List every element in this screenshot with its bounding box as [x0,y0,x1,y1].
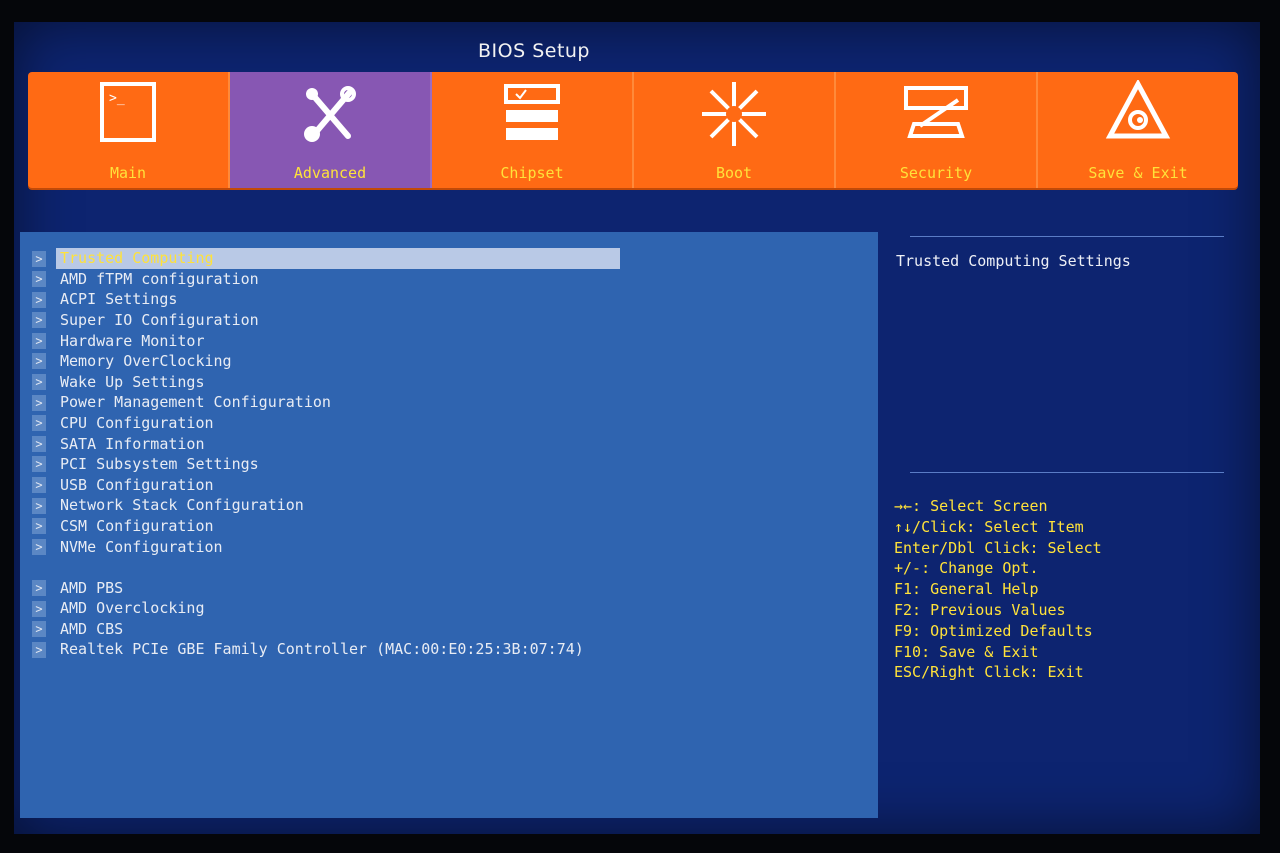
help-panel: Trusted Computing Settings →←: Select Sc… [894,232,1224,818]
tab-security[interactable]: Security [836,72,1038,188]
arrow-icon: > [32,518,46,535]
menu-item-usb-configuration[interactable]: > USB Configuration [32,475,872,496]
key-hint: ESC/Right Click: Exit [894,663,1084,682]
menu-item-realtek-controller[interactable]: > Realtek PCIe GBE Family Controller (MAC… [32,639,872,660]
menu-item-label: AMD fTPM configuration [60,269,259,288]
menu-item-label: Realtek PCIe GBE Family Controller (MAC:… [60,640,584,659]
menu-item-label: AMD Overclocking [60,599,205,618]
tab-main[interactable]: >_ Main [28,72,230,188]
menu-item-label: Power Management Configuration [60,393,331,412]
menu-item-label: PCI Subsystem Settings [60,455,259,474]
window-title: BIOS Setup [478,40,590,62]
arrow-icon: > [32,477,46,494]
tab-bar: >_ Main Advanced Chipset Boot Security S… [28,72,1238,188]
tab-label: Chipset [500,164,564,182]
menu-item-label: NVMe Configuration [60,537,223,556]
menu-item-super-io[interactable]: > Super IO Configuration [32,310,872,331]
arrow-icon: > [32,394,46,411]
menu-item-memory-overclocking[interactable]: > Memory OverClocking [32,351,872,372]
arrow-icon: > [32,291,46,308]
tab-label: Main [109,164,147,182]
menu-item-label: Super IO Configuration [60,310,259,329]
tab-label: Advanced [293,164,367,182]
tab-label: Save & Exit [1088,164,1188,182]
key-hint: F10: Save & Exit [894,642,1039,661]
menu-item-amd-ftpm[interactable]: > AMD fTPM configuration [32,269,872,290]
security-icon [904,86,968,138]
menu-item-label: Hardware Monitor [60,331,205,350]
tab-boot[interactable]: Boot [634,72,836,188]
menu-item-hardware-monitor[interactable]: > Hardware Monitor [32,330,872,351]
key-hint: Enter/Dbl Click: Select [894,538,1102,557]
arrow-icon: > [32,312,46,329]
menu-item-acpi-settings[interactable]: > ACPI Settings [32,289,872,310]
arrow-icon: > [32,332,46,349]
arrow-icon: > [32,435,46,452]
boot-icon [702,82,766,146]
arrow-icon: > [32,641,46,658]
key-hint: +/-: Change Opt. [894,559,1039,578]
svg-text:>_: >_ [109,91,125,106]
menu-item-label: CSM Configuration [60,516,214,535]
tab-label: Security [899,164,973,182]
menu-item-amd-cbs[interactable]: > AMD CBS [32,619,872,640]
menu-item-label: ACPI Settings [60,290,178,309]
tab-advanced[interactable]: Advanced [230,72,432,188]
arrow-icon: > [32,374,46,391]
menu-list: > Trusted Computing > AMD fTPM configurati… [32,248,872,660]
menu-item-trusted-computing[interactable]: > Trusted Computing [32,248,872,269]
menu-item-label: Network Stack Configuration [60,496,304,515]
arrow-icon: > [32,580,46,596]
tab-save-exit[interactable]: Save & Exit [1038,72,1238,188]
divider [910,236,1224,237]
terminal-icon: >_ [100,82,156,142]
key-hint: ↑↓/Click: Select Item [894,517,1084,536]
menu-item-label: AMD PBS [60,578,124,597]
menu-item-label: Memory OverClocking [60,352,232,371]
arrow-icon: > [32,621,46,638]
menu-item-power-management[interactable]: > Power Management Configuration [32,392,872,413]
menu-item-pci-subsystem[interactable]: > PCI Subsystem Settings [32,454,872,475]
menu-item-label: Wake Up Settings [60,372,205,391]
menu-spacer [32,557,872,578]
tab-label: Boot [715,164,753,182]
menu-item-csm-configuration[interactable]: > CSM Configuration [32,516,872,537]
menu-item-network-stack[interactable]: > Network Stack Configuration [32,495,872,516]
chipset-icon [504,84,560,140]
menu-item-label: AMD CBS [60,619,124,638]
menu-item-label: SATA Information [60,434,205,453]
arrow-icon: > [32,497,46,514]
bios-screen: BIOS Setup >_ Main Advanced Chipset Boot… [14,22,1260,834]
key-hint: F2: Previous Values [894,600,1066,619]
menu-item-cpu-configuration[interactable]: > CPU Configuration [32,413,872,434]
help-description: Trusted Computing Settings [896,252,1131,270]
menu-item-sata-information[interactable]: > SATA Information [32,433,872,454]
key-legend: →←: Select Screen ↑↓/Click: Select Item … [894,496,1102,683]
tab-chipset[interactable]: Chipset [432,72,634,188]
arrow-icon: > [32,271,46,288]
key-hint: F9: Optimized Defaults [894,621,1093,640]
menu-item-label: CPU Configuration [60,413,214,432]
arrow-icon: > [32,250,46,267]
divider [910,472,1224,473]
menu-item-amd-pbs[interactable]: > AMD PBS [32,578,872,599]
arrow-icon: > [32,456,46,473]
menu-item-label: USB Configuration [60,475,214,494]
arrow-icon: > [32,353,46,370]
arrow-icon: > [32,415,46,432]
tools-icon [304,86,356,142]
key-hint: F1: General Help [894,580,1039,599]
menu-item-amd-overclocking[interactable]: > AMD Overclocking [32,598,872,619]
arrow-icon: > [32,600,46,617]
menu-item-nvme-configuration[interactable]: > NVMe Configuration [32,536,872,557]
key-hint: →←: Select Screen [894,497,1048,515]
menu-panel: > Trusted Computing > AMD fTPM configurati… [20,232,878,818]
menu-item-label: Trusted Computing [56,248,620,269]
arrow-icon: > [32,538,46,555]
menu-item-wake-up[interactable]: > Wake Up Settings [32,372,872,393]
save-exit-icon [1105,80,1171,139]
